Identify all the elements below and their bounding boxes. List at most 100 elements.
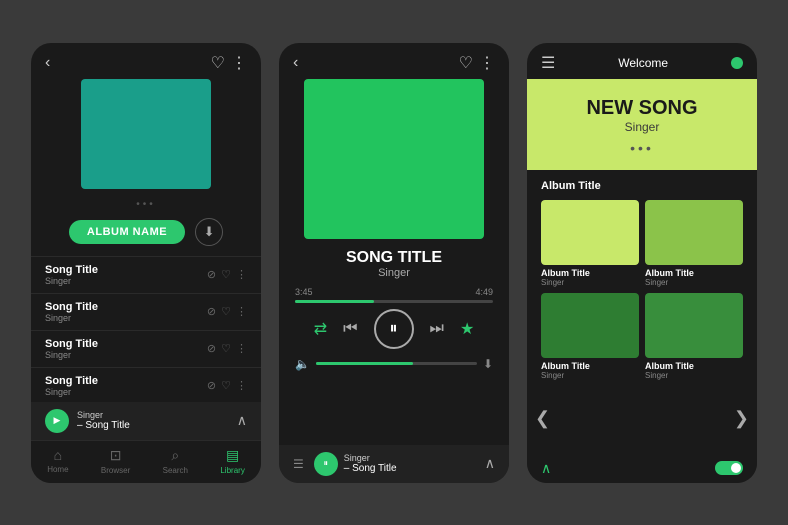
album-singer: Singer	[645, 278, 743, 287]
next-nav-icon[interactable]: ❯	[734, 408, 749, 429]
nav-browser-label: Browser	[101, 466, 130, 475]
nav-home[interactable]: ⌂ Home	[47, 447, 68, 475]
star-button[interactable]: ★	[460, 319, 474, 339]
like-icon[interactable]: ♡	[221, 379, 231, 392]
progress-bar[interactable]	[295, 300, 493, 303]
more-icon[interactable]: ⋮	[236, 379, 247, 392]
song-info: Song Title Singer	[45, 375, 98, 397]
song-singer: Singer	[45, 313, 98, 323]
heart-icon[interactable]: ♡	[211, 53, 225, 73]
album-item[interactable]: Album Title Singer	[541, 293, 639, 380]
shuffle-button[interactable]: ⇄	[314, 319, 327, 339]
download-button[interactable]: ⬇	[195, 218, 223, 246]
chevron-up-icon[interactable]: ∧	[485, 455, 495, 472]
song-singer: Singer	[279, 267, 509, 279]
album-singer: Singer	[541, 371, 639, 380]
play-icon: ▶	[54, 415, 61, 426]
welcome-text: Welcome	[618, 56, 668, 70]
library-icon: ▤	[226, 447, 239, 464]
volume-bar[interactable]	[316, 362, 477, 365]
block-icon[interactable]: ⊘	[207, 268, 216, 281]
song-singer: Singer	[45, 350, 98, 360]
block-icon[interactable]: ⊘	[207, 305, 216, 318]
nav-library[interactable]: ▤ Library	[220, 447, 244, 475]
np-song: – Song Title	[344, 463, 397, 474]
chevron-up-icon[interactable]: ∧	[237, 412, 247, 429]
bottom-bar: ∧	[527, 454, 757, 483]
heart-icon[interactable]: ♡	[459, 53, 473, 73]
more-icon[interactable]: ⋮	[231, 53, 247, 73]
toggle-switch[interactable]	[715, 461, 743, 475]
nav-browser[interactable]: ⊡ Browser	[101, 447, 130, 475]
album-item[interactable]: Album Title Singer	[645, 200, 743, 287]
more-icon[interactable]: ⋮	[236, 305, 247, 318]
pause-button[interactable]: ⏸	[314, 452, 338, 476]
album-name-button[interactable]: ALBUM NAME	[69, 220, 185, 244]
np-left: ▶ Singer – Song Title	[45, 409, 130, 433]
block-icon[interactable]: ⊘	[207, 379, 216, 392]
song-item[interactable]: Song Title Singer ⊘ ♡ ⋮	[31, 293, 261, 330]
more-icon[interactable]: ⋮	[236, 268, 247, 281]
volume-area: 🔈 ⬇	[279, 357, 509, 371]
nav-home-label: Home	[47, 465, 68, 474]
more-icon[interactable]: ⋮	[236, 342, 247, 355]
block-icon[interactable]: ⊘	[207, 342, 216, 355]
p1-header-icons: ♡ ⋮	[211, 53, 247, 73]
np-text: Singer – Song Title	[77, 410, 130, 431]
song-title: Song Title	[45, 264, 98, 276]
p2-header-icons: ♡ ⋮	[459, 53, 495, 73]
back-icon[interactable]: ‹	[45, 54, 50, 72]
album-art	[81, 79, 211, 189]
nav-search[interactable]: ⌕ Search	[163, 447, 188, 475]
more-icon[interactable]: ⋮	[479, 53, 495, 73]
like-icon[interactable]: ♡	[221, 305, 231, 318]
prev-button[interactable]: ⏮	[343, 320, 357, 338]
song-title: Song Title	[45, 301, 98, 313]
song-item[interactable]: Song Title Singer ⊘ ♡ ⋮	[31, 256, 261, 293]
like-icon[interactable]: ♡	[221, 342, 231, 355]
pause-icon: ⏸	[324, 458, 329, 469]
album-singer: Singer	[645, 371, 743, 380]
song-singer: Singer	[45, 276, 98, 286]
back-icon[interactable]: ‹	[293, 54, 298, 72]
album-item[interactable]: Album Title Singer	[541, 200, 639, 287]
p1-header: ‹ ♡ ⋮	[31, 43, 261, 79]
like-icon[interactable]: ♡	[221, 268, 231, 281]
next-button[interactable]: ⏭	[430, 320, 444, 338]
song-singer: Singer	[45, 387, 98, 397]
hero-dots: •••	[541, 140, 743, 156]
song-icons: ⊘ ♡ ⋮	[207, 342, 247, 355]
search-icon: ⌕	[171, 447, 179, 464]
progress-fill	[295, 300, 374, 303]
song-item[interactable]: Song Title Singer ⊘ ♡ ⋮	[31, 367, 261, 402]
song-title: SONG TITLE	[279, 249, 509, 267]
song-list: Song Title Singer ⊘ ♡ ⋮ Song Title Singe…	[31, 256, 261, 402]
album-art	[304, 79, 484, 239]
now-playing-bar[interactable]: ☰ ⏸ Singer – Song Title ∧	[279, 445, 509, 483]
download-icon[interactable]: ⬇	[483, 357, 493, 371]
time-row: 3:45 4:49	[295, 287, 493, 297]
time-total: 4:49	[475, 287, 493, 297]
play-pause-button[interactable]: ⏸	[374, 309, 414, 349]
now-playing-bar[interactable]: ▶ Singer – Song Title ∧	[31, 402, 261, 440]
play-dot[interactable]: ▶	[45, 409, 69, 433]
volume-fill	[316, 362, 413, 365]
p3-header: ☰ Welcome	[527, 43, 757, 79]
np-text: Singer – Song Title	[344, 453, 397, 474]
album-title: Album Title	[645, 268, 743, 278]
hero-section: NEW SONG Singer •••	[527, 79, 757, 170]
nav-library-label: Library	[220, 466, 244, 475]
np-singer: Singer	[77, 410, 130, 420]
album-thumb	[541, 293, 639, 358]
album-item[interactable]: Album Title Singer	[645, 293, 743, 380]
album-section-label: Album Title	[541, 180, 743, 192]
album-singer: Singer	[541, 278, 639, 287]
menu-lines-icon[interactable]: ☰	[293, 457, 304, 471]
song-icons: ⊘ ♡ ⋮	[207, 305, 247, 318]
song-title: Song Title	[45, 375, 98, 387]
phone-1: ‹ ♡ ⋮ ••• ALBUM NAME ⬇ Song Title Singer…	[31, 43, 261, 483]
chevron-up-icon[interactable]: ∧	[541, 460, 551, 477]
prev-nav-icon[interactable]: ❮	[535, 408, 550, 429]
menu-icon[interactable]: ☰	[541, 53, 555, 73]
song-item[interactable]: Song Title Singer ⊘ ♡ ⋮	[31, 330, 261, 367]
